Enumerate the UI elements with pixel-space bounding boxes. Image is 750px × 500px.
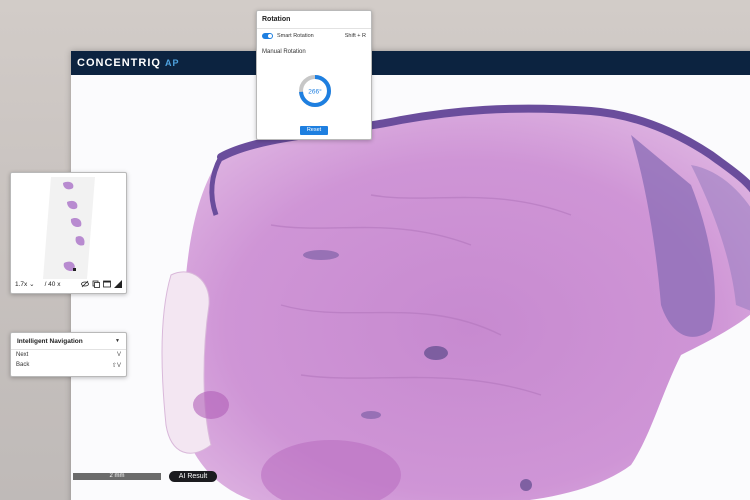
chevron-down-icon: ⌄: [29, 281, 35, 288]
logo-suffix: AP: [164, 58, 180, 68]
smart-rotation-shortcut: Shift + R: [344, 33, 366, 39]
nav-item-next[interactable]: Next V: [11, 350, 126, 360]
navigation-header[interactable]: Intelligent Navigation ▼: [11, 333, 126, 350]
nav-item-label: Back: [16, 362, 30, 368]
manual-rotation-label: Manual Rotation: [262, 49, 306, 55]
nav-item-shortcut: V: [116, 352, 121, 358]
tissue-image[interactable]: [71, 75, 750, 500]
navigation-title: Intelligent Navigation: [17, 337, 83, 345]
slide-viewer[interactable]: 2 mm AI Result: [71, 75, 750, 500]
smart-rotation-row[interactable]: Smart Rotation Shift + R: [257, 29, 371, 43]
logo-text: CONCENTRIQ: [77, 57, 161, 69]
slide-overview-panel: 1.7x ⌄ / 40 x: [10, 172, 127, 294]
smart-rotation-label: Smart Rotation: [277, 33, 314, 39]
layers-icon[interactable]: [92, 280, 100, 288]
rotation-panel: Rotation Smart Rotation Shift + R Manual…: [256, 10, 372, 140]
hide-annotations-icon[interactable]: [81, 280, 89, 288]
nav-item-label: Next: [16, 352, 29, 358]
reset-button[interactable]: Reset: [300, 126, 328, 135]
nav-item-back[interactable]: Back ⇧V: [11, 360, 126, 370]
rotation-angle: 266°: [308, 88, 322, 96]
scale-bar: 2 mm: [73, 473, 161, 480]
app-window: CONCENTRIQ AP 2 mm AI Result: [71, 51, 750, 500]
viewport-indicator: [73, 268, 76, 271]
overview-toolbar: 1.7x ⌄ / 40 x: [15, 278, 122, 290]
ai-result-button[interactable]: AI Result: [169, 471, 217, 482]
intelligent-navigation-panel: Intelligent Navigation ▼ Next V Back ⇧V: [10, 332, 127, 377]
zoom-value: 1.7x: [15, 281, 28, 288]
nav-item-shortcut: ⇧V: [111, 362, 121, 369]
smart-rotation-toggle[interactable]: [262, 33, 273, 39]
max-zoom: / 40 x: [44, 280, 61, 288]
slide-thumbnail[interactable]: [43, 177, 95, 279]
zoom-select[interactable]: 1.7x ⌄: [15, 280, 35, 288]
fullscreen-icon[interactable]: [103, 280, 111, 288]
rotation-dial[interactable]: 266°: [297, 73, 333, 109]
app-logo[interactable]: CONCENTRIQ AP: [77, 57, 179, 69]
resize-handle-icon[interactable]: [114, 280, 122, 288]
rotation-panel-title: Rotation: [257, 11, 371, 29]
caret-down-icon[interactable]: ▼: [115, 333, 120, 350]
top-bar: CONCENTRIQ AP: [71, 51, 750, 75]
